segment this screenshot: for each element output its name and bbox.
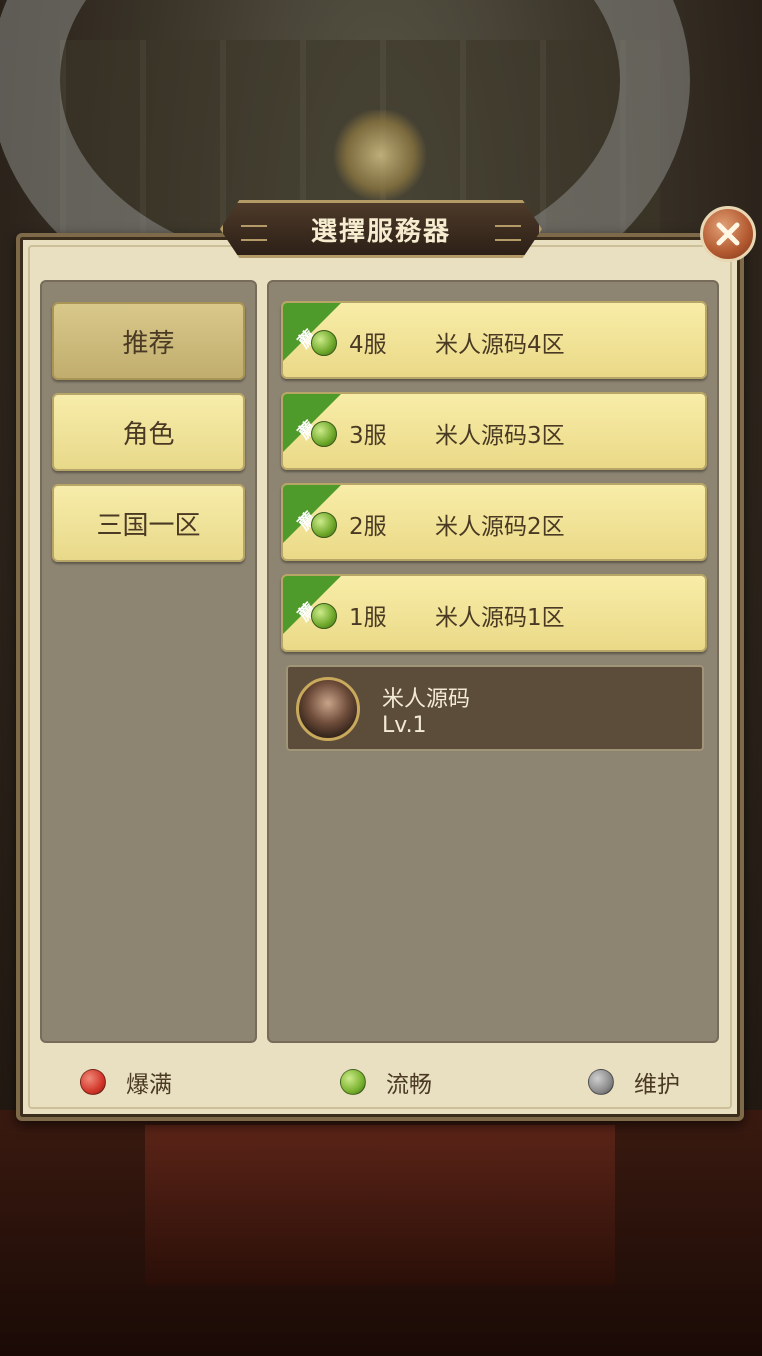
category-label: 推荐 (122, 328, 175, 359)
legend-label: 维护 (634, 1072, 680, 1098)
status-dot-icon (340, 1069, 366, 1095)
role-name: 米人源码 (382, 687, 471, 712)
server-row[interactable]: 薦 1服 米人源码1区 (281, 574, 707, 652)
role-level: Lv.1 (382, 713, 427, 738)
status-dot-icon (311, 603, 337, 629)
server-name: 米人源码3区 (435, 423, 565, 449)
status-dot-icon (311, 330, 337, 356)
server-row[interactable]: 薦 2服 米人源码2区 (281, 483, 707, 561)
server-number: 1服 (349, 605, 387, 631)
server-row[interactable]: 薦 3服 米人源码3区 (281, 392, 707, 470)
category-tab-server-group[interactable]: 三国一区 (52, 484, 245, 562)
status-dot-icon (80, 1069, 106, 1095)
category-tab-role[interactable]: 角色 (52, 393, 245, 471)
server-number: 3服 (349, 423, 387, 449)
page-title: 選擇服務器 (310, 216, 451, 247)
server-name: 米人源码2区 (435, 514, 565, 540)
status-dot-icon (588, 1069, 614, 1095)
role-card[interactable]: 米人源码 Lv.1 (286, 665, 704, 751)
legend-label: 流畅 (386, 1072, 432, 1098)
title-deco-left (241, 225, 267, 241)
legend-full: 爆满 (80, 1066, 172, 1098)
title-banner: 選擇服務器 (220, 200, 542, 258)
category-label: 三国一区 (96, 510, 201, 541)
status-dot-icon (311, 421, 337, 447)
close-icon (716, 222, 740, 246)
background-carpet (145, 1125, 615, 1285)
avatar-icon (296, 677, 360, 741)
server-name: 米人源码4区 (435, 332, 565, 358)
legend-maintenance: 维护 (588, 1066, 680, 1098)
server-name: 米人源码1区 (435, 605, 565, 631)
close-button[interactable] (700, 206, 756, 262)
server-row[interactable]: 薦 4服 米人源码4区 (281, 301, 707, 379)
category-tab-recommended[interactable]: 推荐 (52, 302, 245, 380)
status-dot-icon (311, 512, 337, 538)
category-label: 角色 (122, 419, 175, 450)
legend-label: 爆满 (126, 1072, 172, 1098)
server-number: 2服 (349, 514, 387, 540)
title-deco-right (495, 225, 521, 241)
legend-smooth: 流畅 (340, 1066, 432, 1098)
server-number: 4服 (349, 332, 387, 358)
background-ornament (330, 110, 430, 200)
